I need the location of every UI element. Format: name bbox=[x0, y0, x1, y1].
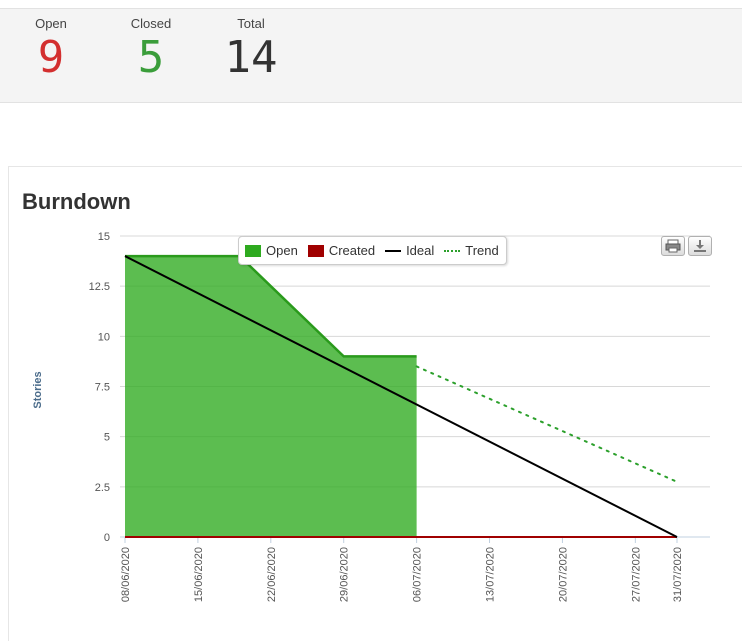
legend-label-created: Created bbox=[328, 243, 376, 258]
x-tick-label: 31/07/2020 bbox=[672, 547, 684, 602]
legend-label-ideal: Ideal bbox=[406, 243, 435, 258]
legend-item-open[interactable]: Open bbox=[245, 243, 298, 258]
x-tick-label: 22/06/2020 bbox=[266, 547, 278, 602]
y-tick-label: 0 bbox=[104, 532, 110, 544]
print-button[interactable] bbox=[661, 236, 685, 256]
y-tick-label: 2.5 bbox=[95, 482, 110, 494]
legend-swatch-trend bbox=[444, 249, 461, 252]
legend-item-created[interactable]: Created bbox=[307, 243, 376, 258]
y-axis-label: Stories bbox=[32, 371, 44, 409]
x-tick-label: 13/07/2020 bbox=[485, 547, 497, 602]
download-button[interactable] bbox=[688, 236, 712, 256]
x-tick-label: 20/07/2020 bbox=[557, 547, 569, 602]
print-icon bbox=[665, 239, 681, 253]
y-tick-label: 15 bbox=[98, 231, 110, 243]
y-tick-label: 12.5 bbox=[89, 281, 110, 293]
x-tick-label: 15/06/2020 bbox=[193, 547, 205, 602]
legend-swatch-ideal bbox=[385, 249, 402, 252]
legend-item-trend[interactable]: Trend bbox=[444, 243, 499, 258]
x-tick-label: 06/07/2020 bbox=[412, 547, 424, 602]
open-area bbox=[125, 256, 417, 537]
y-tick-label: 7.5 bbox=[95, 382, 110, 394]
y-tick-label: 5 bbox=[104, 432, 110, 444]
x-tick-label: 27/07/2020 bbox=[630, 547, 642, 602]
y-tick-label: 10 bbox=[98, 331, 110, 343]
legend-label-open: Open bbox=[266, 243, 298, 258]
legend-item-ideal[interactable]: Ideal bbox=[385, 243, 434, 258]
legend-label-trend: Trend bbox=[465, 243, 499, 258]
legend-swatch-created bbox=[307, 244, 324, 257]
burndown-chart: 0 2.5 5 7.5 10 12.5 15 08/06/2020 15/06/2020 22/0… bbox=[89, 231, 710, 602]
legend-swatch-open bbox=[245, 244, 261, 257]
x-tick-label: 08/06/2020 bbox=[120, 547, 132, 602]
download-icon bbox=[694, 240, 706, 252]
x-tick-label: 29/06/2020 bbox=[339, 547, 351, 602]
chart-legend: Open Created Ideal Trend bbox=[238, 236, 507, 265]
